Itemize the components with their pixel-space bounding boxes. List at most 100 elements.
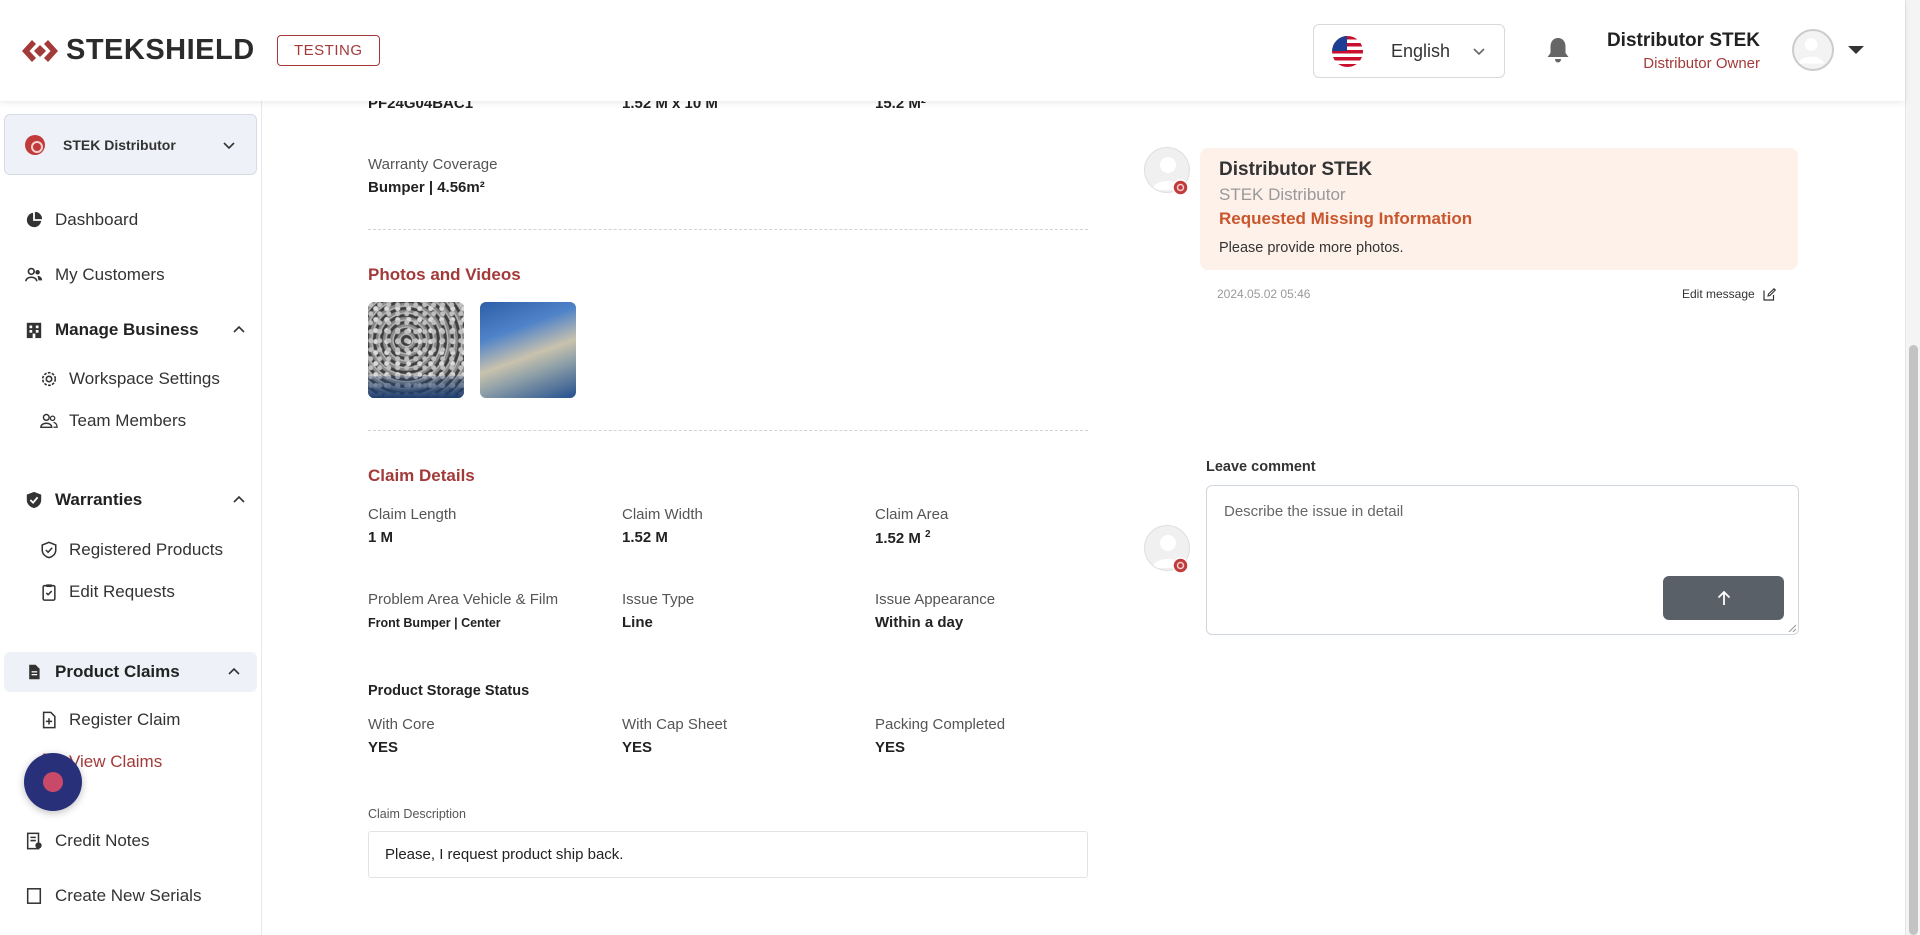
issue-type-value: Line bbox=[622, 614, 653, 631]
chevron-up-icon bbox=[233, 495, 245, 503]
organization-badge-icon bbox=[1172, 557, 1189, 574]
claim-area-value: 1.52 M 2 bbox=[875, 529, 931, 547]
environment-badge: TESTING bbox=[277, 35, 380, 66]
warranty-coverage-label: Warranty Coverage bbox=[368, 156, 498, 173]
team-icon bbox=[39, 411, 59, 431]
claim-area-label: Claim Area bbox=[875, 506, 949, 523]
chevron-down-icon bbox=[223, 141, 235, 149]
sidebar-item-label: Registered Products bbox=[69, 540, 224, 559]
sidebar-item-label: Credit Notes bbox=[55, 831, 150, 850]
sidebar-item-label: Create New Serials bbox=[55, 886, 202, 905]
sidebar-item-credit-notes[interactable]: Credit Notes bbox=[0, 821, 262, 861]
sidebar-item-warranties[interactable]: Warranties bbox=[0, 480, 262, 520]
sidebar-item-registered-products[interactable]: Registered Products bbox=[0, 532, 262, 568]
edit-icon bbox=[1763, 287, 1776, 301]
scrollbar-thumb[interactable] bbox=[1909, 345, 1918, 935]
page-scrollbar[interactable] bbox=[1905, 0, 1920, 935]
with-core-label: With Core bbox=[368, 716, 435, 733]
arrow-up-icon bbox=[1717, 590, 1730, 605]
top-header: STEKSHIELD TESTING English Distributor S… bbox=[0, 0, 1905, 101]
organization-badge-icon bbox=[1172, 179, 1189, 196]
organization-select[interactable]: STEK Distributor bbox=[4, 114, 257, 175]
send-comment-button[interactable] bbox=[1663, 576, 1784, 620]
receipt-icon bbox=[24, 831, 44, 851]
user-role: Distributor Owner bbox=[1643, 55, 1760, 72]
claim-description-label: Claim Description bbox=[368, 807, 466, 821]
message-author: Distributor STEK bbox=[1219, 159, 1373, 180]
sidebar-item-edit-requests[interactable]: Edit Requests bbox=[0, 574, 262, 610]
photo-thumbnail[interactable] bbox=[368, 302, 464, 398]
problem-area-value: Front Bumper | Center bbox=[368, 616, 501, 630]
claim-length-label: Claim Length bbox=[368, 506, 457, 523]
sidebar: STEK Distributor Dashboard My Customers … bbox=[0, 101, 262, 935]
sidebar-item-label: View Claims bbox=[69, 752, 163, 771]
user-name[interactable]: Distributor STEK bbox=[1607, 30, 1760, 52]
message-organization: STEK Distributor bbox=[1219, 185, 1346, 204]
problem-area-label: Problem Area Vehicle & Film bbox=[368, 591, 559, 608]
message-card: Distributor STEK STEK Distributor Reques… bbox=[1200, 148, 1798, 270]
sidebar-item-label: Dashboard bbox=[55, 210, 139, 229]
issue-appearance-value: Within a day bbox=[875, 614, 964, 631]
message-body: Please provide more photos. bbox=[1219, 240, 1404, 256]
claim-width-label: Claim Width bbox=[622, 506, 703, 523]
serial-icon bbox=[24, 886, 44, 906]
sidebar-item-register-claim[interactable]: Register Claim bbox=[0, 702, 262, 738]
chevron-down-icon bbox=[1473, 48, 1485, 56]
caret-down-icon[interactable] bbox=[1848, 44, 1864, 56]
leave-comment-label: Leave comment bbox=[1206, 459, 1316, 475]
claim-width-value: 1.52 M bbox=[622, 529, 668, 546]
chat-icon bbox=[43, 772, 63, 792]
organization-logo-icon bbox=[25, 134, 45, 155]
shield-outline-icon bbox=[39, 540, 59, 560]
sidebar-item-label: Edit Requests bbox=[69, 582, 175, 601]
comment-box bbox=[1206, 485, 1799, 635]
sidebar-item-label: My Customers bbox=[55, 265, 165, 284]
chevron-up-icon bbox=[233, 325, 245, 333]
section-divider bbox=[368, 229, 1088, 230]
warranty-coverage-value: Bumper | 4.56m² bbox=[368, 179, 485, 196]
photo-thumbnail[interactable] bbox=[480, 302, 576, 398]
sidebar-item-label: Product Claims bbox=[55, 662, 180, 681]
us-flag-icon bbox=[1332, 35, 1363, 67]
packing-completed-value: YES bbox=[875, 739, 906, 756]
with-cap-sheet-label: With Cap Sheet bbox=[622, 716, 728, 733]
shield-check-icon bbox=[24, 490, 44, 510]
document-icon bbox=[24, 662, 44, 682]
photos-section-title: Photos and Videos bbox=[368, 265, 521, 284]
sidebar-item-product-claims[interactable]: Product Claims bbox=[4, 652, 257, 692]
notification-bell-icon[interactable] bbox=[1545, 36, 1571, 64]
edit-message-label: Edit message bbox=[1682, 287, 1755, 301]
avatar-icon bbox=[1798, 38, 1824, 64]
building-icon bbox=[24, 320, 44, 340]
users-icon bbox=[24, 265, 44, 285]
sidebar-item-create-new-serials[interactable]: Create New Serials bbox=[0, 876, 262, 916]
claim-details-title: Claim Details bbox=[368, 466, 475, 485]
message-status: Requested Missing Information bbox=[1219, 209, 1473, 228]
sidebar-item-manage-business[interactable]: Manage Business bbox=[0, 310, 262, 350]
language-select[interactable]: English bbox=[1313, 24, 1505, 78]
with-core-value: YES bbox=[368, 739, 399, 756]
claim-description-box: Please, I request product ship back. bbox=[368, 831, 1088, 878]
sidebar-item-team-members[interactable]: Team Members bbox=[0, 403, 262, 439]
claim-length-value: 1 M bbox=[368, 529, 394, 546]
message-timestamp: 2024.05.02 05:46 bbox=[1217, 287, 1311, 301]
user-avatar[interactable] bbox=[1792, 29, 1834, 71]
sidebar-item-workspace-settings[interactable]: Workspace Settings bbox=[0, 361, 262, 397]
sidebar-item-label: Workspace Settings bbox=[69, 369, 220, 388]
chevron-up-icon bbox=[228, 667, 240, 675]
chat-launcher-button[interactable] bbox=[24, 753, 82, 811]
claim-area-unit-sup: 2 bbox=[925, 529, 931, 540]
brand-name: STEKSHIELD bbox=[66, 34, 255, 66]
storage-status-title: Product Storage Status bbox=[368, 683, 530, 699]
brand-logo[interactable]: STEKSHIELD bbox=[22, 34, 255, 67]
issue-appearance-label: Issue Appearance bbox=[875, 591, 996, 608]
language-label: English bbox=[1391, 40, 1451, 61]
sidebar-item-dashboard[interactable]: Dashboard bbox=[0, 200, 262, 240]
claim-area-number: 1.52 M bbox=[875, 530, 921, 547]
edit-message-button[interactable]: Edit message bbox=[1682, 287, 1776, 301]
resize-grip-icon[interactable] bbox=[1788, 624, 1796, 632]
sidebar-item-my-customers[interactable]: My Customers bbox=[0, 255, 262, 295]
gear-icon bbox=[39, 369, 59, 389]
sidebar-item-label: Register Claim bbox=[69, 710, 181, 729]
issue-type-label: Issue Type bbox=[622, 591, 695, 608]
